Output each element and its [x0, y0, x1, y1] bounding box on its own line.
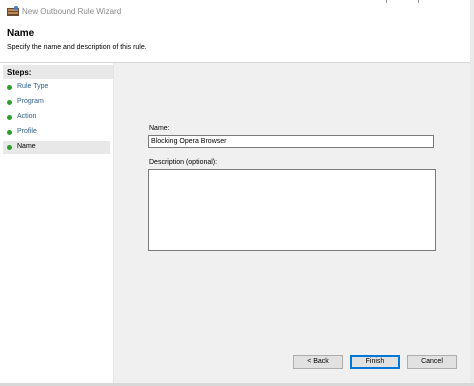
- main-panel: Name: Blocking Opera Browser Description…: [114, 63, 470, 383]
- step-name[interactable]: Name: [3, 141, 110, 154]
- finish-button[interactable]: Finish: [350, 355, 400, 369]
- step-current-icon: [7, 145, 12, 150]
- name-input[interactable]: Blocking Opera Browser: [148, 135, 434, 148]
- cancel-button[interactable]: Cancel: [407, 355, 457, 369]
- steps-heading-label: Steps:: [7, 68, 32, 77]
- step-program[interactable]: Program: [3, 96, 110, 109]
- page-title: Name: [7, 28, 35, 39]
- step-label: Profile: [17, 128, 37, 135]
- back-button[interactable]: < Back: [293, 355, 343, 369]
- window-title: New Outbound Rule Wizard: [22, 7, 122, 16]
- title-divider: [418, 0, 419, 3]
- steps-heading: Steps:: [3, 65, 113, 79]
- description-textarea[interactable]: [148, 169, 436, 251]
- step-profile[interactable]: Profile: [3, 126, 110, 139]
- step-rule-type[interactable]: Rule Type: [3, 81, 110, 94]
- page-header: Name Specify the name and description of…: [0, 22, 474, 62]
- window-edge: [470, 0, 474, 386]
- steps-panel: Steps: Rule Type Program Action Profile …: [3, 63, 114, 383]
- step-label: Rule Type: [17, 83, 49, 90]
- step-action[interactable]: Action: [3, 111, 110, 124]
- step-label: Program: [17, 98, 44, 105]
- step-complete-icon: [7, 85, 12, 90]
- name-label: Name:: [149, 125, 170, 132]
- page-subtitle: Specify the name and description of this…: [7, 44, 147, 51]
- description-label: Description (optional):: [149, 159, 218, 166]
- title-divider: [386, 0, 387, 3]
- step-complete-icon: [7, 115, 12, 120]
- firewall-wizard-icon: [7, 6, 19, 16]
- step-label: Action: [17, 113, 37, 120]
- title-bar: New Outbound Rule Wizard: [0, 0, 474, 22]
- step-label: Name: [17, 143, 36, 150]
- step-complete-icon: [7, 130, 12, 135]
- step-complete-icon: [7, 100, 12, 105]
